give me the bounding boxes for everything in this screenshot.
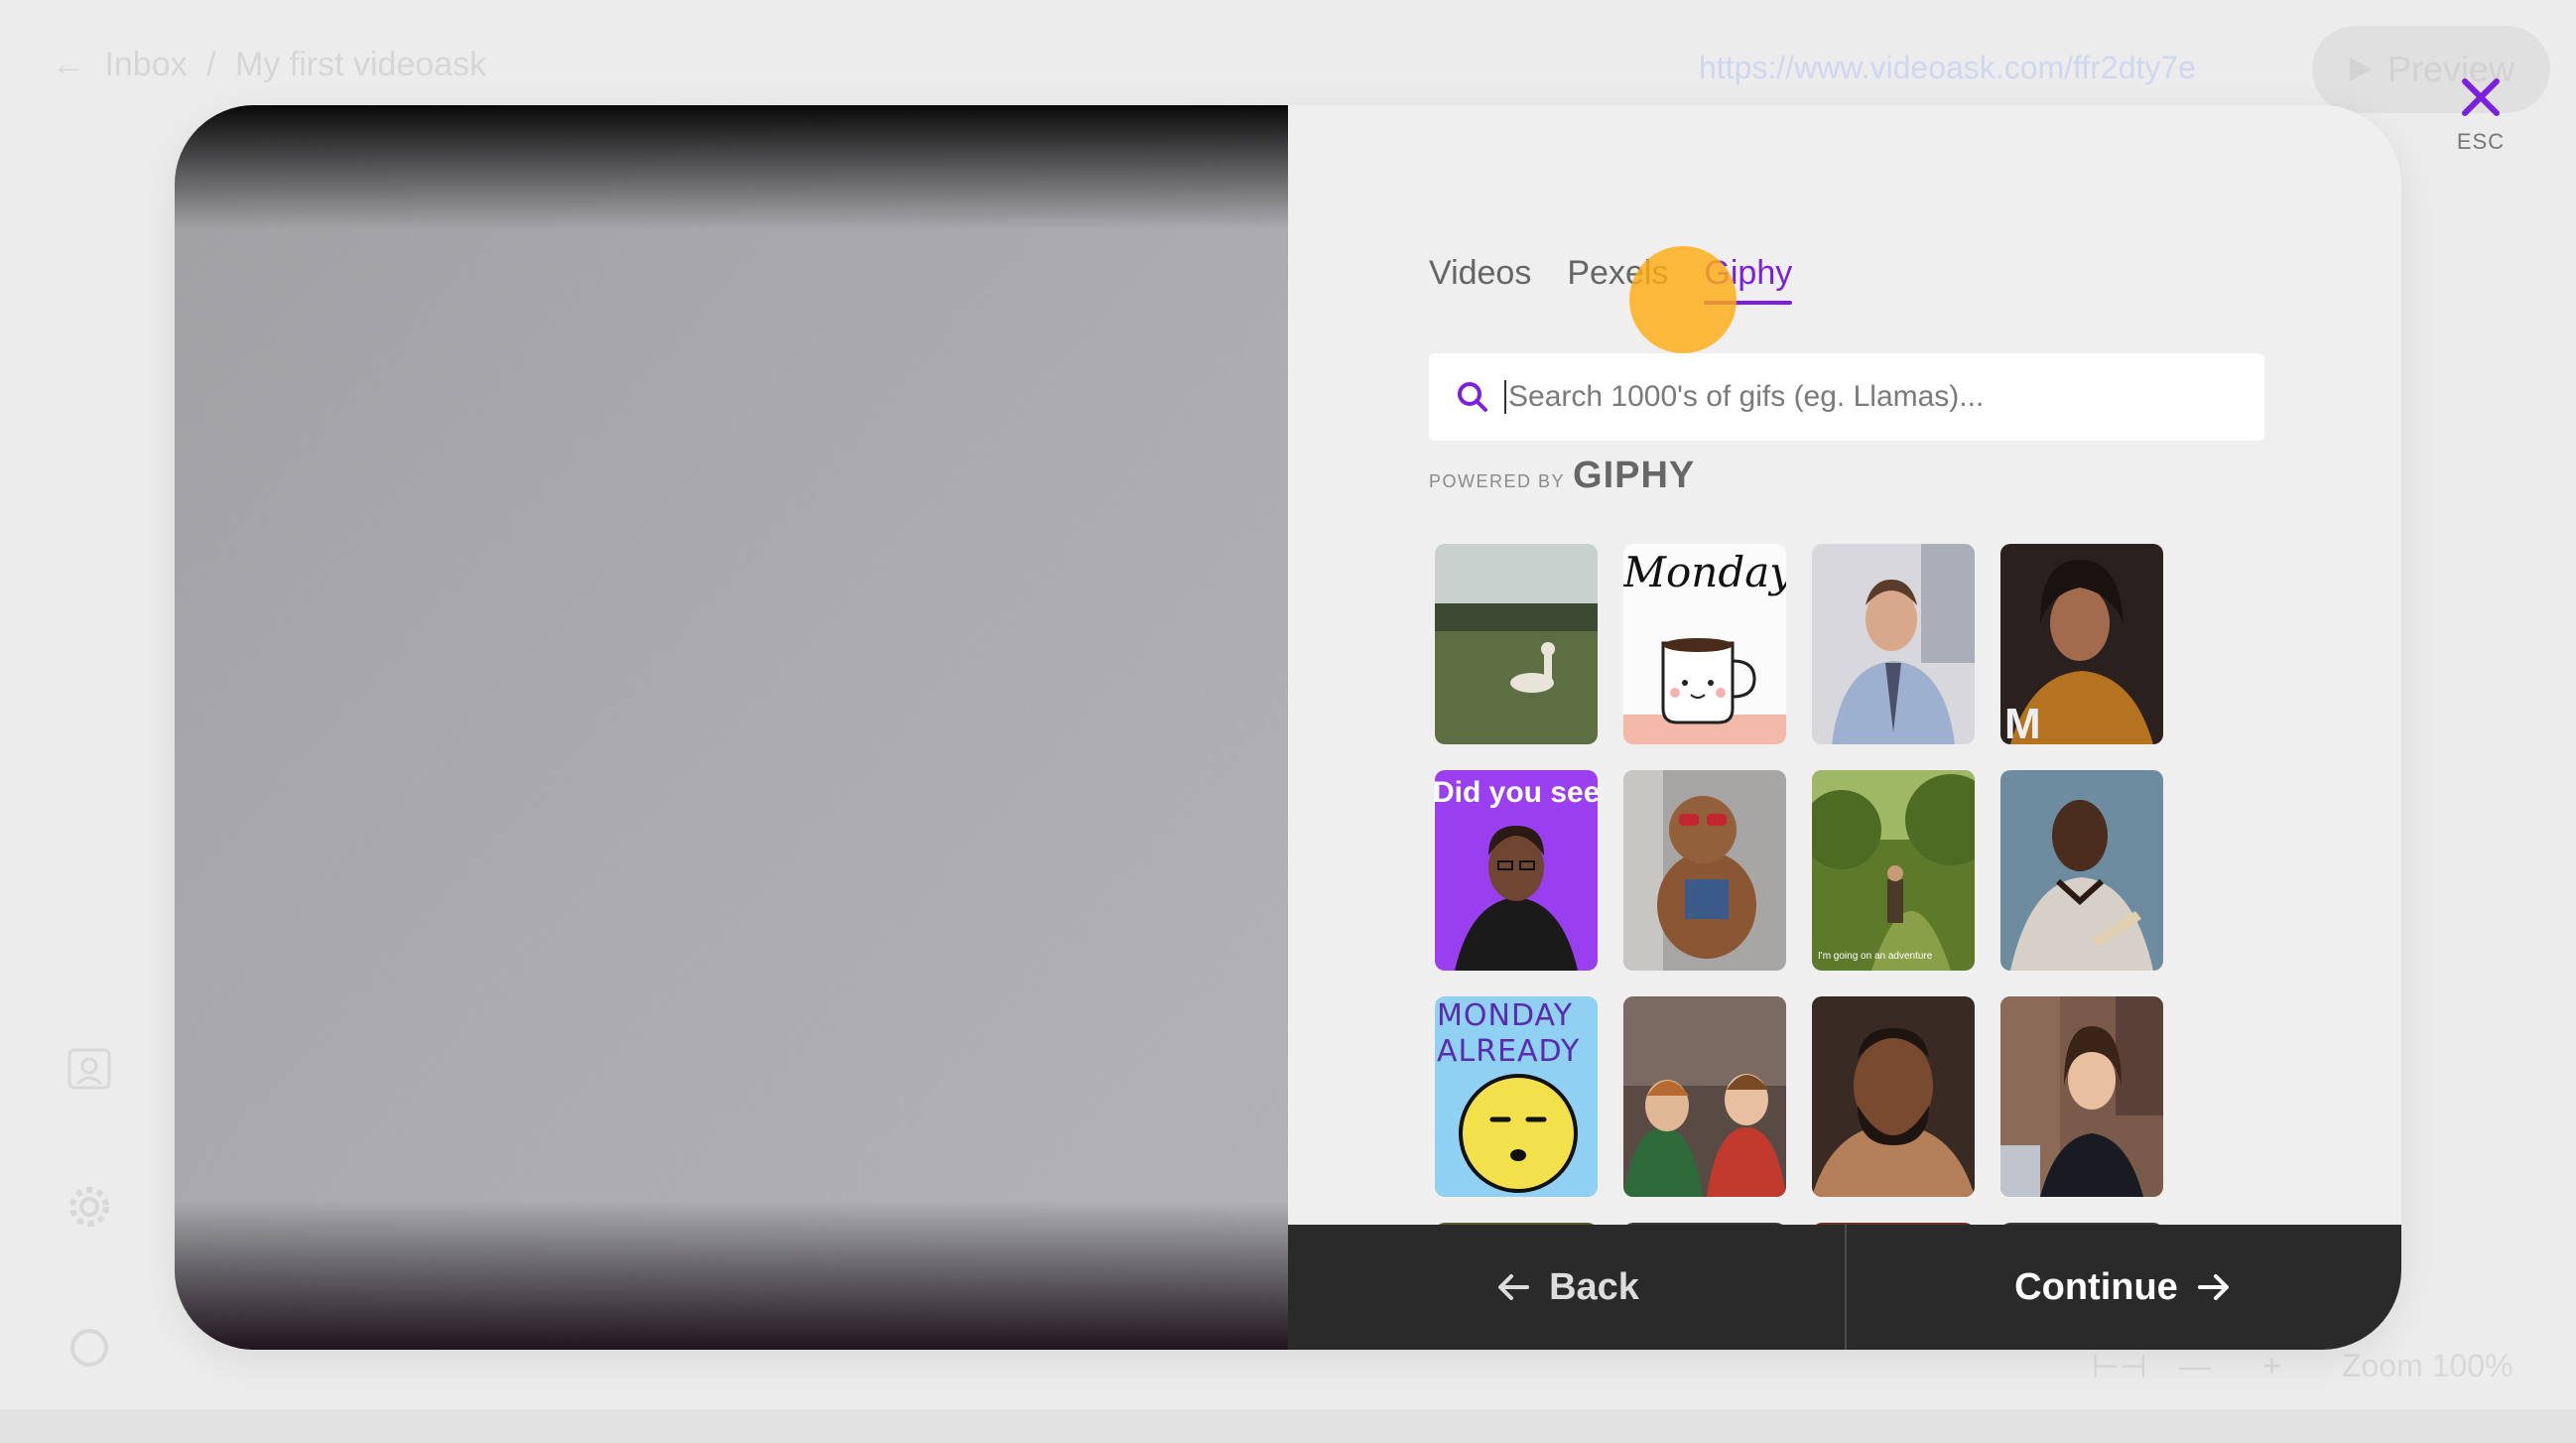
gif-dog-sunglasses[interactable] [1623,770,1786,971]
preview-button: Preview [2312,26,2550,113]
search-icon [1458,382,1487,412]
gif-kids-surprised[interactable] [1623,996,1786,1197]
search-box[interactable] [1429,353,2264,441]
gif-caption-monday-already: MONDAY ALREADY [1437,998,1581,1069]
gear-icon [69,1187,109,1227]
arrow-left-icon [1498,1274,1530,1300]
giphy-logo: GIPHY [1573,455,1696,496]
back-label: Back [1549,1265,1639,1308]
chat-icon [70,1329,108,1367]
breadcrumb-current: My first videoask [235,46,487,83]
gif-did-you-see[interactable]: Did you see [1435,770,1598,971]
contacts-icon [67,1048,111,1090]
gif-adventure-hobbit[interactable]: I'm going on an adventure [1812,770,1975,971]
gif-monday-coffee-mug[interactable]: Monday [1623,544,1786,744]
zoom-in-icon: + [2262,1348,2281,1383]
gif-office-man-tie[interactable] [1812,544,1975,744]
svg-text:M: M [2004,700,2041,744]
breadcrumb-inbox: Inbox [104,46,188,83]
continue-label: Continue [2014,1265,2178,1308]
gif-woman-smiling[interactable] [2000,996,2163,1197]
video-noise [175,105,1288,1350]
bottom-bar [0,1409,2576,1443]
gif-caption-did-you-see: Did you see [1435,776,1598,809]
gif-bearded-man[interactable] [1812,996,1975,1197]
breadcrumb-separator: / [206,46,216,83]
zoom-level: Zoom 100% [2342,1348,2513,1383]
video-preview [175,105,1288,1350]
back-button[interactable]: Back [1288,1225,1845,1350]
back-arrow-icon: ← [52,46,85,83]
esc-label: ESC [2456,129,2506,154]
continue-button[interactable]: Continue [1845,1225,2401,1350]
media-picker-modal: Videos Pexels Giphy POWERED BY GIPHY [175,105,2401,1350]
share-url: https://www.videoask.com/ffr2dty7e [1699,50,2196,85]
powered-by-giphy: POWERED BY GIPHY [1429,455,1695,497]
fit-icon: ⊢⊣ [2092,1349,2147,1384]
gif-man-sweater[interactable] [2000,770,2163,971]
zoom-out-icon: — [2179,1348,2211,1383]
gif-llama-in-field[interactable] [1435,544,1598,744]
search-input[interactable] [1504,380,2258,414]
gif-woman-fan[interactable]: M [2000,544,2163,744]
media-panel: Videos Pexels Giphy POWERED BY GIPHY [1288,105,2401,1350]
gif-caption-monday: Monday [1623,548,1786,596]
arrow-right-icon [2197,1274,2229,1300]
svg-text:I'm going on an adventure: I'm going on an adventure [1818,951,1933,962]
gif-monday-already[interactable]: MONDAY ALREADY [1435,996,1598,1197]
close-icon[interactable] [2447,64,2514,131]
play-icon [2349,58,2372,81]
click-indicator [1629,246,1737,353]
source-tabs: Videos Pexels Giphy [1429,254,1792,305]
powered-by-label: POWERED BY [1429,471,1566,491]
tab-videos[interactable]: Videos [1429,254,1531,305]
modal-footer: Back Continue [1288,1225,2401,1350]
breadcrumb: ← Inbox / My first videoask [52,46,496,84]
